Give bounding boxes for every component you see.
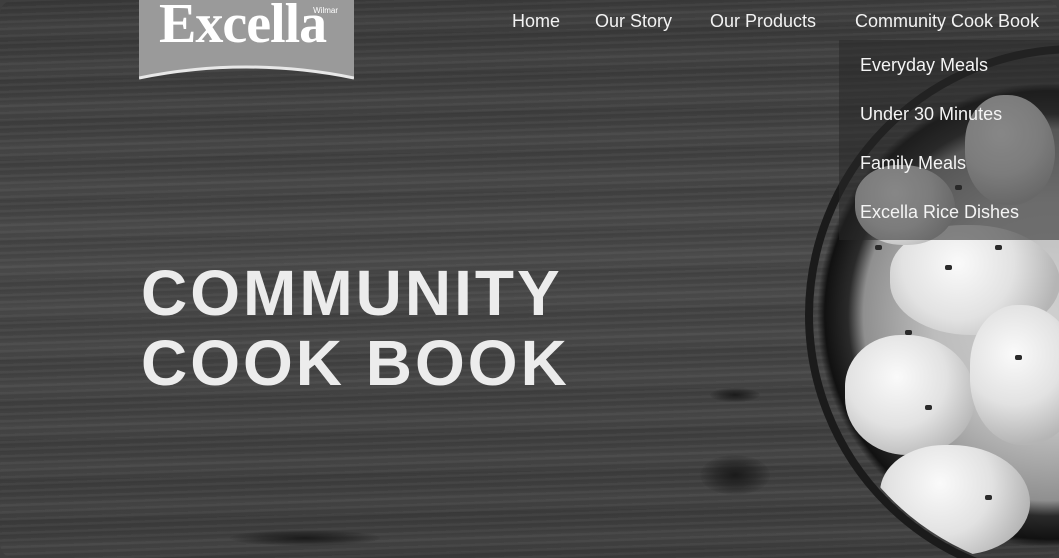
wood-knot: [710, 388, 760, 402]
food-piece: [845, 335, 975, 455]
dropdown-item-under-30-minutes[interactable]: Under 30 Minutes: [860, 104, 1002, 125]
wood-knot: [700, 455, 770, 495]
cookbook-dropdown-menu: Everyday Meals Under 30 Minutes Family M…: [839, 40, 1059, 240]
garnish: [985, 495, 992, 500]
garnish: [875, 245, 882, 250]
dropdown-item-excella-rice-dishes[interactable]: Excella Rice Dishes: [860, 202, 1019, 223]
nav-community-cook-book[interactable]: Community Cook Book: [855, 11, 1039, 32]
main-nav: Home Our Story Our Products Community Co…: [0, 11, 1059, 35]
food-piece: [970, 305, 1059, 445]
hero-banner: Excella Wilmar Home Our Story Our Produc…: [0, 0, 1059, 558]
garnish: [905, 330, 912, 335]
food-piece: [880, 445, 1030, 555]
page-title: COMMUNITY COOK BOOK: [141, 258, 570, 398]
nav-our-products[interactable]: Our Products: [710, 11, 816, 32]
garnish: [925, 405, 932, 410]
nav-home[interactable]: Home: [512, 11, 560, 32]
headline-line-2: COOK BOOK: [141, 327, 570, 399]
dropdown-item-everyday-meals[interactable]: Everyday Meals: [860, 55, 988, 76]
garnish: [945, 265, 952, 270]
nav-our-story[interactable]: Our Story: [595, 11, 672, 32]
garnish: [995, 245, 1002, 250]
garnish: [1015, 355, 1022, 360]
headline-line-1: COMMUNITY: [141, 257, 563, 329]
wood-knot: [230, 530, 380, 546]
dropdown-item-family-meals[interactable]: Family Meals: [860, 153, 966, 174]
